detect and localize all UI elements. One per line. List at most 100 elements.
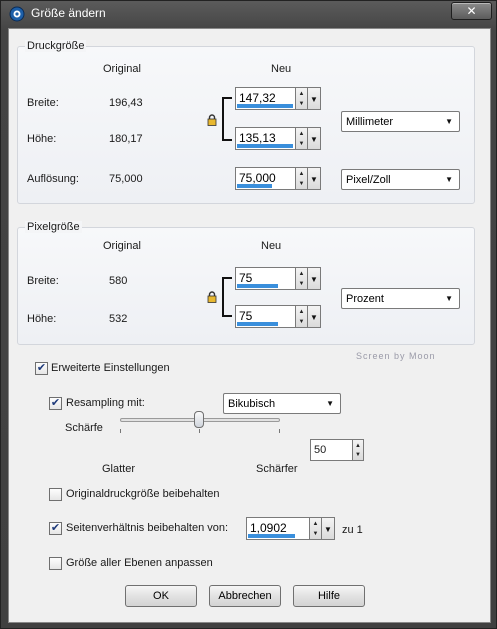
pixel-height-value: 75 bbox=[239, 309, 253, 323]
pixel-height-label: Höhe: bbox=[27, 313, 57, 325]
resize-app-icon bbox=[9, 6, 25, 22]
keep-aspect-checkbox[interactable]: ✔ bbox=[49, 522, 62, 535]
print-height-input[interactable]: 135,13 bbox=[235, 127, 296, 150]
print-width-input[interactable]: 147,32 bbox=[235, 87, 296, 110]
chevron-down-icon: ▼ bbox=[310, 175, 318, 184]
close-icon: ✕ bbox=[466, 4, 477, 18]
pixel-height-input[interactable]: 75 bbox=[235, 305, 296, 328]
print-size-group-title: Druckgröße bbox=[25, 40, 87, 52]
print-width-label: Breite: bbox=[27, 97, 59, 109]
advanced-settings-checkbox[interactable]: ✔ bbox=[35, 362, 48, 375]
resize-all-layers-label: Größe aller Ebenen anpassen bbox=[66, 557, 213, 569]
pixel-col-original: Original bbox=[103, 240, 141, 252]
chevron-down-icon: ▼ bbox=[310, 95, 318, 104]
ok-button[interactable]: OK bbox=[125, 585, 197, 607]
chevron-down-icon: ▼ bbox=[445, 175, 453, 184]
chevron-down-icon: ▼ bbox=[310, 313, 318, 322]
pixel-unit-value: Prozent bbox=[346, 293, 384, 305]
resampling-checkbox[interactable]: ✔ bbox=[49, 397, 62, 410]
chevron-down-icon: ▼ bbox=[310, 275, 318, 284]
close-button[interactable]: ✕ bbox=[451, 2, 492, 20]
pixel-width-step-buttons[interactable]: ▲ ▼ bbox=[296, 267, 308, 290]
sharpness-input[interactable]: 50 bbox=[310, 439, 353, 461]
print-col-new: Neu bbox=[271, 63, 292, 75]
pixel-width-original: 580 bbox=[109, 275, 128, 287]
print-unit-select[interactable]: Millimeter ▼ bbox=[341, 111, 460, 132]
print-height-step-buttons[interactable]: ▲ ▼ bbox=[296, 127, 308, 150]
print-height-spinner[interactable]: 135,13 ▲ ▼ ▼ bbox=[235, 127, 321, 150]
pixel-unit-select[interactable]: Prozent ▼ bbox=[341, 288, 460, 309]
pixel-width-spinner[interactable]: 75 ▲ ▼ ▼ bbox=[235, 267, 321, 290]
print-width-dropdown-button[interactable]: ▼ bbox=[308, 87, 321, 110]
resolution-unit-select[interactable]: Pixel/Zoll ▼ bbox=[341, 169, 460, 190]
resolution-step-buttons[interactable]: ▲ ▼ bbox=[296, 167, 308, 190]
pixel-height-spinner[interactable]: 75 ▲ ▼ ▼ bbox=[235, 305, 321, 328]
resampling-method-select[interactable]: Bikubisch ▼ bbox=[223, 393, 341, 414]
aspect-suffix-label: zu 1 bbox=[342, 524, 363, 536]
title-bar[interactable]: Größe ändern ✕ bbox=[1, 1, 497, 27]
print-width-step-buttons[interactable]: ▲ ▼ bbox=[296, 87, 308, 110]
print-height-fill bbox=[237, 144, 293, 148]
pixel-width-input[interactable]: 75 bbox=[235, 267, 296, 290]
pixel-width-value: 75 bbox=[239, 271, 253, 285]
resampling-method-value: Bikubisch bbox=[228, 398, 276, 410]
aspect-step-buttons[interactable]: ▲ ▼ bbox=[310, 517, 322, 540]
slider-tick bbox=[120, 429, 121, 433]
pixel-height-dropdown-button[interactable]: ▼ bbox=[308, 305, 321, 328]
pixel-width-dropdown-button[interactable]: ▼ bbox=[308, 267, 321, 290]
slider-tick bbox=[279, 429, 280, 433]
resize-dialog: Größe ändern ✕ Druckgröße Original Neu B… bbox=[0, 0, 497, 629]
print-height-original: 180,17 bbox=[109, 133, 143, 145]
slider-tick bbox=[199, 429, 200, 433]
pixel-col-new: Neu bbox=[261, 240, 282, 252]
chevron-down-icon: ▼ bbox=[324, 525, 332, 534]
help-button[interactable]: Hilfe bbox=[293, 585, 365, 607]
keep-aspect-label: Seitenverhältnis beibehalten von: bbox=[66, 522, 229, 534]
pixel-height-step-buttons[interactable]: ▲ ▼ bbox=[296, 305, 308, 328]
print-height-label: Höhe: bbox=[27, 133, 57, 145]
sharpness-value: 50 bbox=[314, 444, 327, 456]
resolution-spinner[interactable]: 75,000 ▲ ▼ ▼ bbox=[235, 167, 321, 190]
pixel-height-original: 532 bbox=[109, 313, 128, 325]
sharpness-slider-thumb[interactable] bbox=[194, 411, 204, 428]
print-aspect-bracket bbox=[222, 97, 232, 141]
aspect-ratio-input[interactable]: 1,0902 bbox=[246, 517, 310, 540]
resolution-fill bbox=[237, 184, 272, 188]
pixel-width-label: Breite: bbox=[27, 275, 59, 287]
print-height-dropdown-button[interactable]: ▼ bbox=[308, 127, 321, 150]
lock-icon[interactable] bbox=[207, 114, 217, 126]
resize-all-layers-checkbox[interactable] bbox=[49, 557, 62, 570]
print-col-original: Original bbox=[103, 63, 141, 75]
resolution-value: 75,000 bbox=[239, 171, 276, 185]
cancel-button[interactable]: Abbrechen bbox=[209, 585, 281, 607]
watermark-text: Screen by Moon bbox=[356, 351, 436, 361]
window-title: Größe ändern bbox=[31, 6, 106, 20]
check-icon: ✔ bbox=[50, 522, 61, 534]
print-unit-value: Millimeter bbox=[346, 116, 394, 128]
pixel-height-fill bbox=[237, 322, 278, 326]
lock-icon[interactable] bbox=[207, 291, 217, 303]
pixel-size-group-title: Pixelgröße bbox=[25, 221, 82, 233]
keep-print-size-label: Originaldruckgröße beibehalten bbox=[66, 488, 220, 500]
print-height-value: 135,13 bbox=[239, 131, 276, 145]
keep-print-size-checkbox[interactable] bbox=[49, 488, 62, 501]
resolution-original: 75,000 bbox=[109, 173, 143, 185]
chevron-down-icon: ▼ bbox=[310, 135, 318, 144]
slider-right-label: Schärfer bbox=[256, 463, 298, 475]
print-width-spinner[interactable]: 147,32 ▲ ▼ ▼ bbox=[235, 87, 321, 110]
aspect-ratio-spinner[interactable]: 1,0902 ▲ ▼ ▼ bbox=[246, 517, 335, 540]
print-width-fill bbox=[237, 104, 293, 108]
aspect-ratio-value: 1,0902 bbox=[250, 521, 287, 535]
aspect-dropdown-button[interactable]: ▼ bbox=[322, 517, 335, 540]
sharpness-spinner[interactable]: 50 ▲ ▼ bbox=[310, 439, 364, 461]
print-width-original: 196,43 bbox=[109, 97, 143, 109]
aspect-ratio-fill bbox=[248, 534, 295, 538]
slider-left-label: Glatter bbox=[102, 463, 136, 475]
resampling-label: Resampling mit: bbox=[66, 397, 145, 409]
pixel-aspect-bracket bbox=[222, 277, 232, 317]
resolution-unit-value: Pixel/Zoll bbox=[346, 174, 391, 186]
resolution-input[interactable]: 75,000 bbox=[235, 167, 296, 190]
sharpness-step-buttons[interactable]: ▲ ▼ bbox=[353, 439, 364, 461]
resolution-dropdown-button[interactable]: ▼ bbox=[308, 167, 321, 190]
pixel-width-fill bbox=[237, 284, 278, 288]
